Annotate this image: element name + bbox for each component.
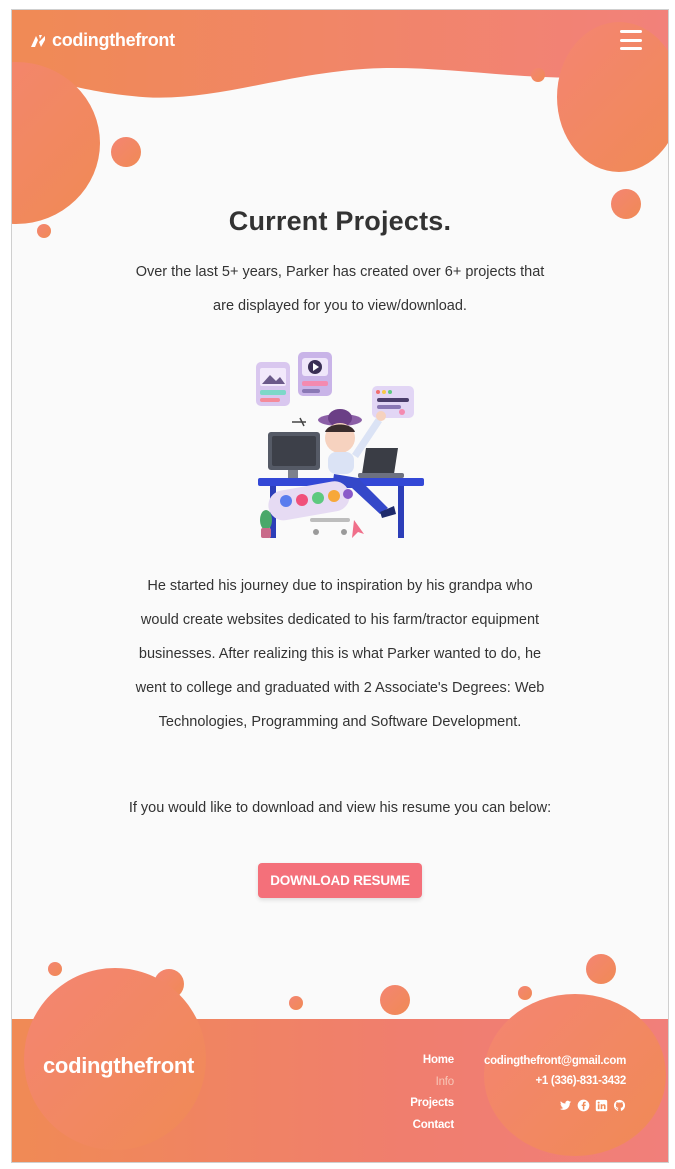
site-logo[interactable]: codingthefront <box>30 30 175 51</box>
twitter-icon[interactable] <box>559 1099 572 1112</box>
menu-bar <box>620 38 642 42</box>
footer-nav-home[interactable]: Home <box>410 1050 454 1072</box>
facebook-icon[interactable] <box>577 1099 590 1112</box>
developer-at-desk-illustration <box>256 352 424 538</box>
footer-nav-info[interactable]: Info <box>410 1072 455 1094</box>
linkedin-icon[interactable] <box>595 1099 608 1112</box>
footer-nav: Home Info Projects Contact <box>410 1050 454 1136</box>
footer-email[interactable]: codingthefront@gmail.com <box>484 1051 626 1071</box>
story-text: He started his journey due to inspiratio… <box>135 578 545 730</box>
decor-circle <box>557 22 668 172</box>
decor-circle <box>289 996 303 1010</box>
decor-circle <box>586 954 616 984</box>
footer-logo[interactable]: codingthefront <box>43 1053 194 1079</box>
social-links <box>559 1099 626 1112</box>
page-frame: codingthefront Current Projects. Over th… <box>12 10 668 1162</box>
menu-bar <box>620 47 642 50</box>
page-title: Current Projects. <box>228 206 452 236</box>
decor-circle <box>518 986 532 1000</box>
resume-prompt-text: If you would like to download and view h… <box>128 800 552 816</box>
footer-phone[interactable]: +1 (336)-831-3432 <box>484 1071 627 1091</box>
download-resume-button[interactable]: DOWNLOAD RESUME <box>258 863 422 898</box>
footer-nav-contact[interactable]: Contact <box>410 1115 455 1137</box>
footer-nav-projects[interactable]: Projects <box>410 1093 454 1115</box>
decor-circle <box>531 68 545 82</box>
menu-bar <box>620 30 642 33</box>
logo-mark-icon <box>31 34 45 47</box>
hamburger-menu-icon[interactable] <box>620 30 642 50</box>
decor-circle <box>380 985 410 1015</box>
logo-text: codingthefront <box>52 30 175 50</box>
github-icon[interactable] <box>613 1099 626 1112</box>
footer-contact: codingthefront@gmail.com +1 (336)-831-34… <box>484 1051 626 1091</box>
decor-circle <box>111 137 141 167</box>
decor-circle <box>48 962 62 976</box>
intro-text: Over the last 5+ years, Parker has creat… <box>135 264 545 314</box>
